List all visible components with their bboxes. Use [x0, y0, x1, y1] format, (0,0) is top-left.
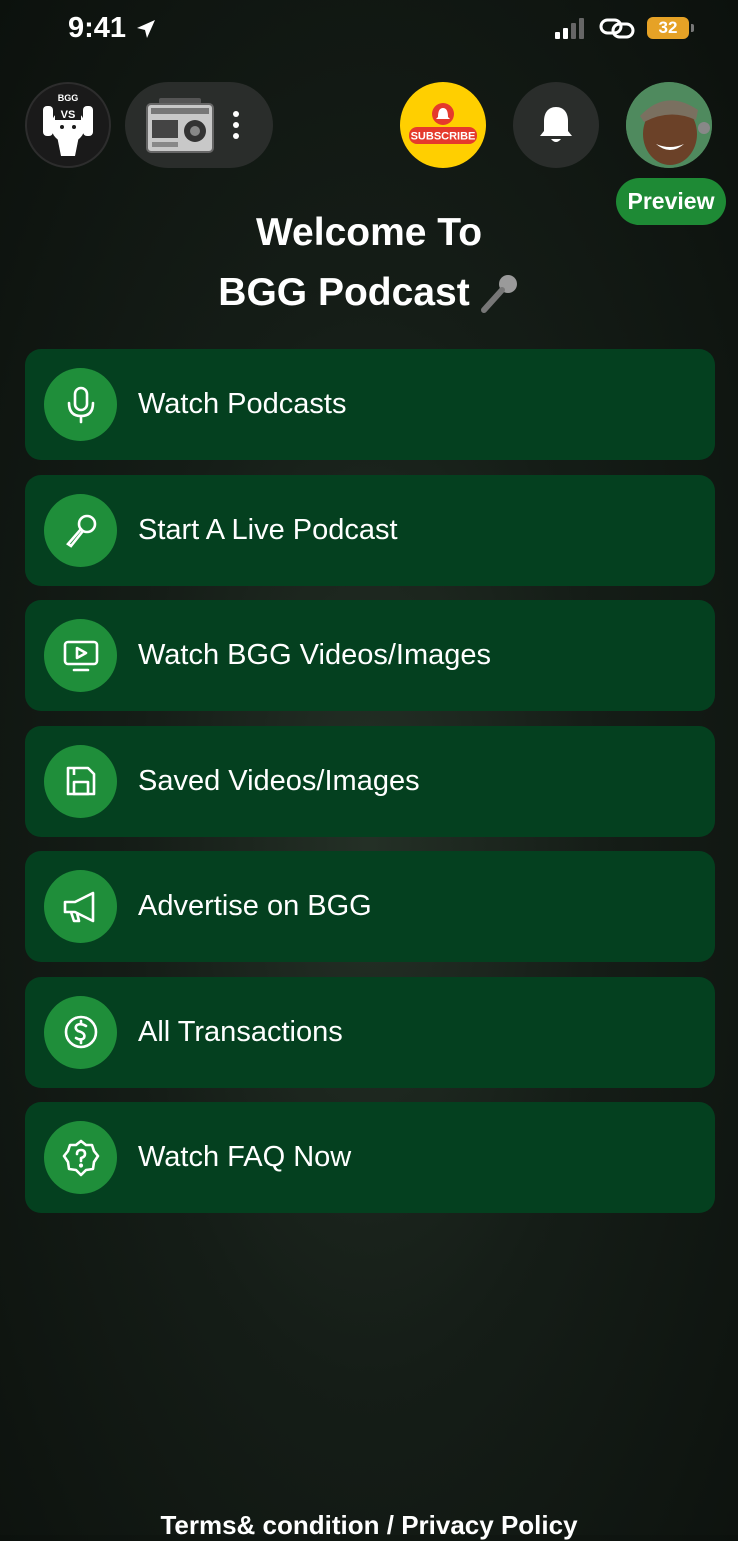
battery-tip — [691, 24, 694, 32]
bgg-vs-logo-icon: BGG VS — [43, 93, 93, 156]
welcome-line2-row: BGG Podcast — [0, 263, 738, 323]
battery-indicator: 32 — [647, 17, 694, 39]
menu-label: All Transactions — [138, 1015, 343, 1048]
megaphone-icon — [44, 870, 117, 943]
subscribe-button[interactable]: SUBSCRIBE — [400, 82, 486, 168]
bgg-logo-button[interactable]: BGG VS — [25, 82, 111, 168]
notifications-button[interactable] — [513, 82, 599, 168]
profile-avatar[interactable] — [626, 82, 712, 168]
welcome-line2: BGG Podcast — [218, 271, 470, 314]
menu-label: Start A Live Podcast — [138, 513, 398, 546]
welcome-heading: Welcome To BGG Podcast — [0, 203, 738, 323]
battery-level: 32 — [647, 17, 689, 39]
help-badge-icon — [44, 1121, 117, 1194]
footer-links[interactable]: Terms& condition / Privacy Policy — [0, 1510, 738, 1541]
subscribe-bell-badge-icon: SUBSCRIBE — [409, 103, 477, 144]
microphone-emoji-icon — [480, 275, 517, 313]
menu-item-transactions[interactable]: All Transactions — [25, 976, 715, 1088]
bell-icon — [540, 107, 572, 142]
menu-item-watch-podcasts[interactable]: Watch Podcasts — [25, 349, 715, 460]
menu-label: Watch BGG Videos/Images — [138, 639, 491, 671]
more-vertical-icon[interactable] — [231, 110, 241, 140]
cellular-signal-icon — [555, 18, 584, 39]
menu-item-advertise[interactable]: Advertise on BGG — [25, 851, 715, 962]
location-arrow-icon — [137, 19, 156, 38]
menu-item-watch-bgg-videos[interactable]: Watch BGG Videos/Images — [25, 600, 715, 711]
video-screen-icon — [44, 619, 117, 692]
boombox-icon — [146, 98, 214, 153]
menu-label: Watch Podcasts — [138, 388, 347, 420]
menu-label: Saved Videos/Images — [138, 764, 420, 797]
status-indicators: 32 — [555, 16, 694, 40]
save-icon — [44, 744, 117, 818]
menu-item-saved-videos[interactable]: Saved Videos/Images — [25, 725, 715, 837]
svg-text:BGG: BGG — [58, 93, 79, 103]
menu-label: Watch FAQ Now — [138, 1141, 352, 1173]
subscribe-label: SUBSCRIBE — [411, 131, 476, 143]
handheld-mic-icon — [44, 493, 117, 567]
microphone-icon — [44, 368, 117, 441]
menu-item-faq[interactable]: Watch FAQ Now — [25, 1102, 715, 1213]
status-time-text: 9:41 — [68, 12, 127, 44]
radio-menu-pill[interactable] — [125, 82, 273, 168]
avatar-image — [626, 82, 712, 168]
link-icon — [599, 18, 635, 39]
menu-item-start-live-podcast[interactable]: Start A Live Podcast — [25, 474, 715, 586]
svg-text:VS: VS — [61, 109, 76, 121]
status-time: 9:41 — [68, 12, 158, 45]
menu-label: Advertise on BGG — [138, 890, 372, 922]
dollar-icon — [44, 995, 117, 1069]
main-menu: Watch Podcasts Start A Live Podcast Watc… — [25, 349, 715, 1228]
welcome-line1: Welcome To — [255, 211, 483, 254]
